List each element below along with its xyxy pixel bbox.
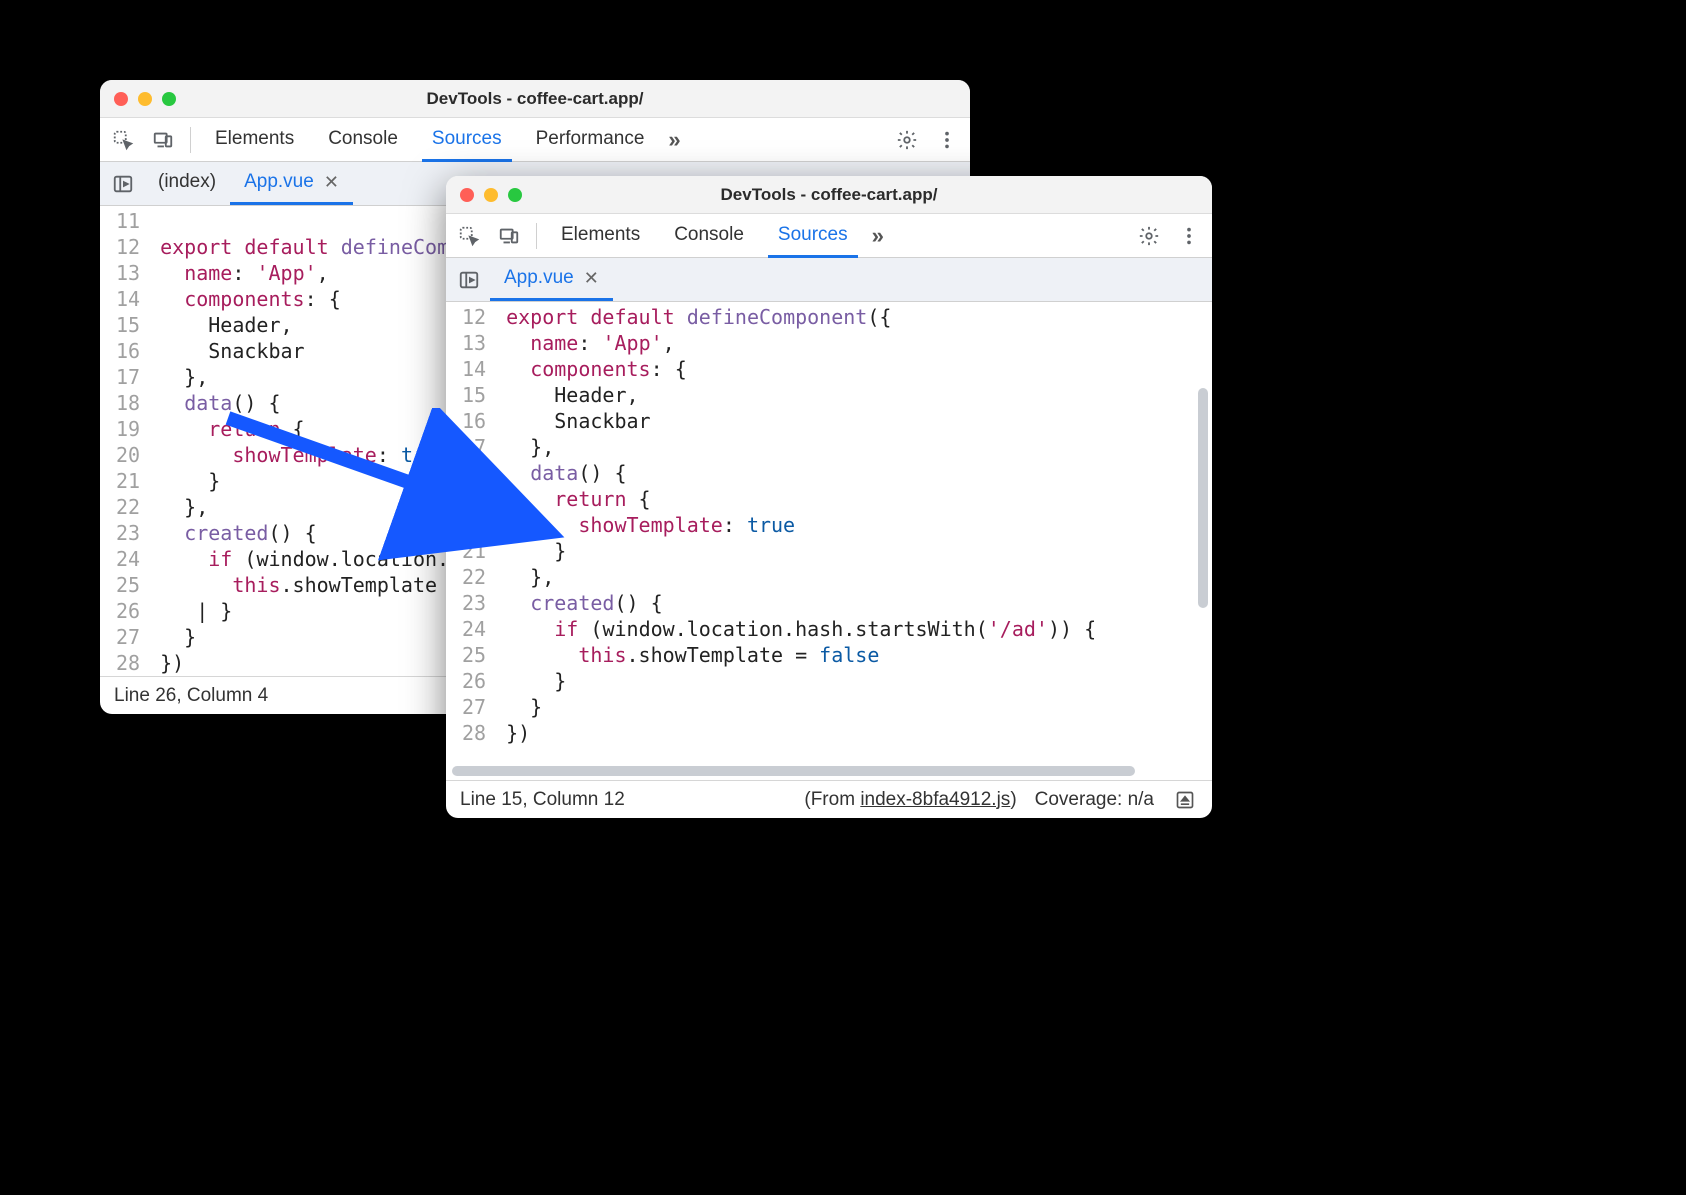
code-editor[interactable]: 1213141516171819202122232425262728 expor… — [446, 302, 1212, 780]
minimize-window-button[interactable] — [484, 188, 498, 202]
panels-tabbar: Elements Console Sources Performance » — [100, 118, 970, 162]
file-tabbar: App.vue ✕ — [446, 258, 1212, 302]
file-tab-label: App.vue — [244, 171, 314, 193]
tab-console[interactable]: Console — [664, 214, 754, 258]
tab-elements[interactable]: Elements — [205, 118, 304, 162]
kebab-menu-icon[interactable] — [1176, 223, 1202, 249]
scroll-thumb[interactable] — [1198, 388, 1208, 608]
cursor-position: Line 15, Column 12 — [460, 789, 625, 811]
line-number-gutter: 111213141516171819202122232425262728 — [100, 206, 152, 676]
cursor-position: Line 26, Column 4 — [114, 685, 268, 707]
tab-console[interactable]: Console — [318, 118, 408, 162]
zoom-window-button[interactable] — [162, 92, 176, 106]
file-tab-label: App.vue — [504, 267, 574, 289]
devtools-window-2: DevTools - coffee-cart.app/ Elements Con… — [446, 176, 1212, 818]
device-toolbar-icon[interactable] — [150, 127, 176, 153]
close-window-button[interactable] — [114, 92, 128, 106]
close-window-button[interactable] — [460, 188, 474, 202]
minimize-window-button[interactable] — [138, 92, 152, 106]
close-tab-icon[interactable]: ✕ — [584, 268, 599, 289]
file-tab-index[interactable]: (index) — [144, 162, 230, 205]
tab-performance[interactable]: Performance — [526, 118, 655, 162]
more-panels-icon[interactable]: » — [668, 127, 676, 153]
divider — [536, 223, 537, 249]
source-map-link[interactable]: index-8bfa4912.js — [860, 789, 1010, 810]
navigator-toggle-icon[interactable] — [454, 258, 490, 301]
tab-sources[interactable]: Sources — [422, 118, 512, 162]
settings-gear-icon[interactable] — [1136, 223, 1162, 249]
divider — [190, 127, 191, 153]
pretty-print-toggle-icon[interactable] — [1172, 787, 1198, 813]
file-tab-label: (index) — [158, 171, 216, 193]
window-title: DevTools - coffee-cart.app/ — [100, 89, 970, 109]
navigator-toggle-icon[interactable] — [108, 162, 144, 205]
kebab-menu-icon[interactable] — [934, 127, 960, 153]
select-element-icon[interactable] — [456, 223, 482, 249]
source-map-from: (From index-8bfa4912.js) — [804, 789, 1016, 811]
titlebar[interactable]: DevTools - coffee-cart.app/ — [446, 176, 1212, 214]
window-title: DevTools - coffee-cart.app/ — [446, 185, 1212, 205]
scrollbar-horizontal[interactable] — [452, 766, 1194, 776]
file-tab-app-vue[interactable]: App.vue ✕ — [230, 162, 353, 205]
settings-gear-icon[interactable] — [894, 127, 920, 153]
panels-tabbar: Elements Console Sources » — [446, 214, 1212, 258]
more-panels-icon[interactable]: » — [872, 223, 880, 249]
statusbar: Line 15, Column 12 (From index-8bfa4912.… — [446, 780, 1212, 818]
device-toolbar-icon[interactable] — [496, 223, 522, 249]
line-number-gutter: 1213141516171819202122232425262728 — [446, 302, 498, 780]
select-element-icon[interactable] — [110, 127, 136, 153]
tab-sources[interactable]: Sources — [768, 214, 858, 258]
traffic-lights — [460, 188, 522, 202]
titlebar[interactable]: DevTools - coffee-cart.app/ — [100, 80, 970, 118]
zoom-window-button[interactable] — [508, 188, 522, 202]
file-tab-app-vue[interactable]: App.vue ✕ — [490, 258, 613, 301]
scrollbar-vertical[interactable] — [1198, 308, 1208, 774]
coverage-status: Coverage: n/a — [1035, 789, 1154, 811]
code-content[interactable]: export default defineComponent({ name: '… — [498, 302, 1104, 780]
scroll-thumb[interactable] — [452, 766, 1135, 776]
tab-elements[interactable]: Elements — [551, 214, 650, 258]
traffic-lights — [114, 92, 176, 106]
close-tab-icon[interactable]: ✕ — [324, 172, 339, 193]
